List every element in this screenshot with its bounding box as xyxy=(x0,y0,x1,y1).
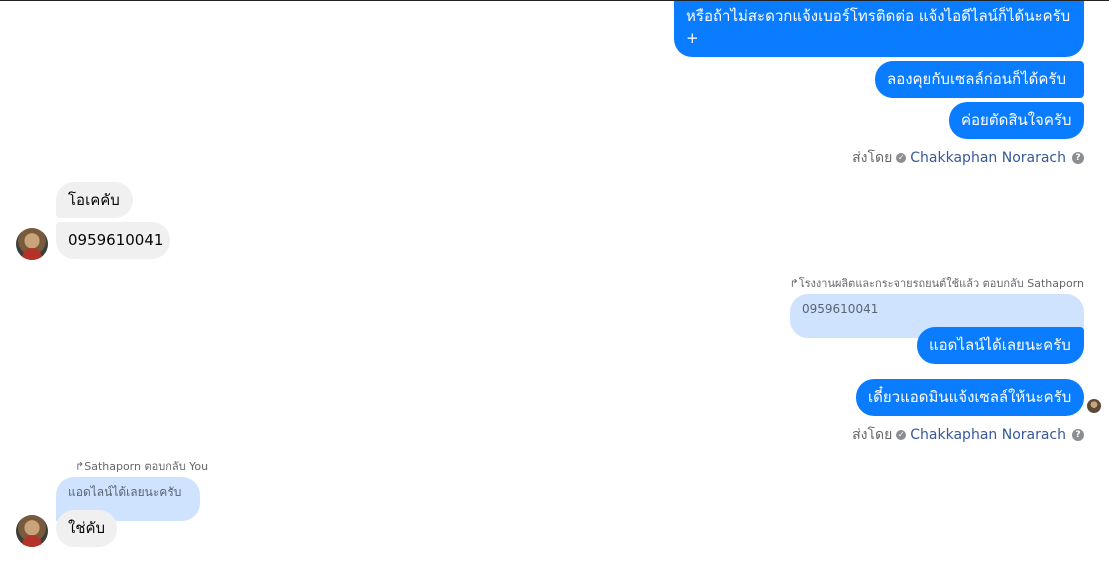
sent-by-label: ส่งโดย ✓ Chakkaphan Norarach ? xyxy=(852,424,1084,446)
message-text: เดี๋ยวแอดมินแจ้งเซลล์ให้นะครับ xyxy=(868,388,1072,406)
outgoing-message[interactable]: ลองคุยกับเซลล์ก่อนก็ได้ครับ xyxy=(875,61,1084,98)
incoming-message[interactable]: ใช่คับ xyxy=(56,510,117,547)
message-text: ค่อยตัดสินใจครับ xyxy=(961,111,1072,129)
contact-avatar[interactable] xyxy=(16,228,48,260)
quoted-text: แอดไลน์ได้เลยนะครับ xyxy=(68,485,182,499)
sent-by-label: ส่งโดย ✓ Chakkaphan Norarach ? xyxy=(852,147,1084,169)
sent-by-prefix: ส่งโดย xyxy=(852,150,893,166)
reply-header: ↱โรงงานผลิตและกระจายรถยนต์ใช้แล้ว ตอบกลั… xyxy=(790,274,1084,292)
question-circle-icon[interactable]: ? xyxy=(1072,429,1084,441)
question-circle-icon[interactable]: ? xyxy=(1072,152,1084,164)
reply-arrow-icon: ↱ xyxy=(789,277,799,290)
check-circle-icon: ✓ xyxy=(896,153,907,163)
sender-name-link[interactable]: Chakkaphan Norarach xyxy=(910,427,1066,443)
message-text: ใช่คับ xyxy=(68,519,106,537)
reply-header-text: Sathaporn ตอบกลับ You xyxy=(84,460,209,473)
message-text: 0959610041 xyxy=(68,231,164,249)
reply-header: ↱Sathaporn ตอบกลับ You xyxy=(75,457,208,475)
outgoing-message[interactable]: แอดไลน์ได้เลยนะครับ xyxy=(917,327,1084,364)
seen-avatar xyxy=(1087,399,1101,413)
quoted-text: 0959610041 xyxy=(802,302,879,316)
sender-name-link[interactable]: Chakkaphan Norarach xyxy=(910,150,1066,166)
sent-by-prefix: ส่งโดย xyxy=(852,427,893,443)
check-circle-icon: ✓ xyxy=(896,430,907,440)
message-text: + xyxy=(686,29,699,47)
contact-avatar[interactable] xyxy=(16,515,48,547)
reply-arrow-icon: ↱ xyxy=(75,460,85,473)
message-text: หรือถ้าไม่สะดวกแจ้งเบอร์โทรติดต่อ แจ้งไอ… xyxy=(686,7,1071,25)
incoming-message[interactable]: 0959610041 xyxy=(56,222,170,259)
outgoing-message[interactable]: ค่อยตัดสินใจครับ xyxy=(949,102,1084,139)
message-text: แอดไลน์ได้เลยนะครับ xyxy=(929,336,1071,354)
message-text: โอเคคับ xyxy=(68,191,120,209)
message-text: ลองคุยกับเซลล์ก่อนก็ได้ครับ xyxy=(887,70,1066,88)
incoming-message[interactable]: โอเคคับ xyxy=(56,182,133,218)
outgoing-message[interactable]: หรือถ้าไม่สะดวกแจ้งเบอร์โทรติดต่อ แจ้งไอ… xyxy=(674,1,1084,57)
outgoing-message[interactable]: เดี๋ยวแอดมินแจ้งเซลล์ให้นะครับ xyxy=(856,379,1084,416)
reply-header-text: โรงงานผลิตและกระจายรถยนต์ใช้แล้ว ตอบกลับ… xyxy=(798,277,1084,290)
